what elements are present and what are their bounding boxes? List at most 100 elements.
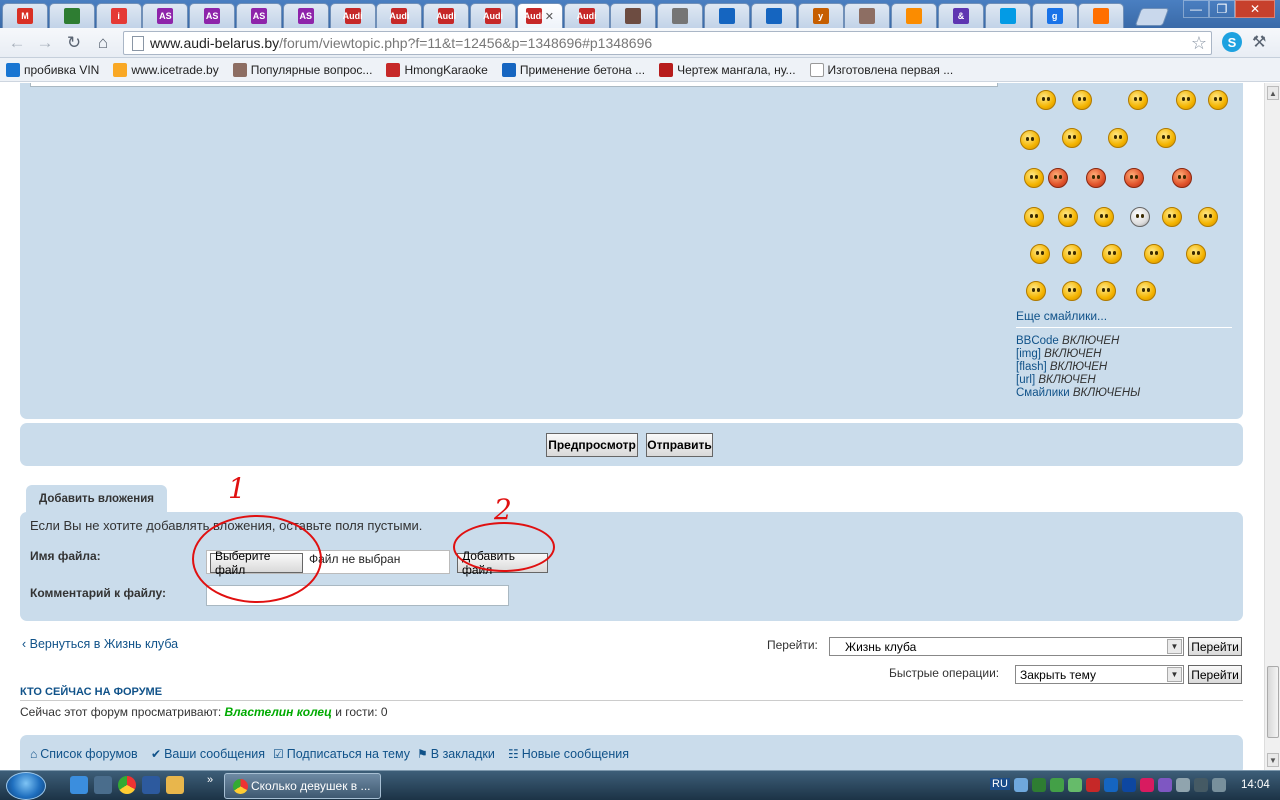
footer-link[interactable]: ☑ Подписаться на тему xyxy=(273,747,410,761)
tab[interactable]: & xyxy=(938,3,984,28)
tab[interactable]: M xyxy=(2,3,48,28)
tray-icon[interactable] xyxy=(1212,778,1226,792)
smiley-icon[interactable] xyxy=(1024,168,1044,188)
footer-link[interactable]: ✔ Ваши сообщения xyxy=(151,747,265,761)
smiley-icon[interactable] xyxy=(1186,244,1206,264)
reload-icon[interactable]: ↻ xyxy=(63,32,85,54)
wrench-icon[interactable]: ⚒ xyxy=(1252,32,1266,52)
tab[interactable] xyxy=(844,3,891,28)
tray-icon[interactable] xyxy=(1032,778,1046,792)
tray-icon[interactable] xyxy=(1050,778,1064,792)
footer-link[interactable]: ☷ Новые сообщения xyxy=(508,747,629,761)
tab[interactable] xyxy=(704,3,750,28)
scroll-up-icon[interactable]: ▲ xyxy=(1267,86,1279,100)
bookmark-item[interactable]: Чертеж мангала, ну... xyxy=(659,62,796,77)
smiley-icon[interactable] xyxy=(1094,207,1114,227)
smiley-icon[interactable] xyxy=(1130,207,1150,227)
quick-go-button[interactable]: Перейти xyxy=(1188,665,1242,684)
footer-link[interactable]: ⌂ Список форумов xyxy=(30,747,138,761)
scroll-down-icon[interactable]: ▼ xyxy=(1267,753,1279,767)
bookmark-item[interactable]: Изготовлена первая ... xyxy=(809,62,953,77)
page-scrollbar[interactable]: ▲ ▼ xyxy=(1264,83,1280,770)
minimize-button[interactable]: — xyxy=(1183,0,1209,18)
preview-button[interactable]: Предпросмотр xyxy=(546,433,638,457)
tab[interactable] xyxy=(891,3,938,28)
tab[interactable]: Audi xyxy=(329,3,376,28)
smiley-icon[interactable] xyxy=(1124,168,1144,188)
tab[interactable]: Audi xyxy=(376,3,423,28)
smiley-icon[interactable] xyxy=(1208,90,1228,110)
tab[interactable] xyxy=(657,3,704,28)
tray-icon[interactable] xyxy=(1068,778,1082,792)
tab[interactable]: Audi xyxy=(563,3,610,28)
smiley-icon[interactable] xyxy=(1176,90,1196,110)
tray-icon[interactable] xyxy=(1014,778,1028,792)
quicklaunch-more-icon[interactable]: » xyxy=(207,774,213,786)
message-textarea[interactable] xyxy=(30,83,998,87)
task-manager-icon[interactable] xyxy=(94,776,112,794)
tab[interactable]: i xyxy=(95,3,142,28)
smiley-icon[interactable] xyxy=(1136,281,1156,301)
forward-arrow-icon[interactable]: → xyxy=(34,32,56,54)
folder-icon[interactable] xyxy=(166,776,184,794)
language-indicator[interactable]: RU xyxy=(990,778,1010,790)
submit-button[interactable]: Отправить xyxy=(646,433,713,457)
close-tab-icon[interactable]: ✕ xyxy=(545,10,554,23)
bookmark-star-icon[interactable]: ☆ xyxy=(1191,33,1207,54)
maximize-button[interactable]: ❐ xyxy=(1209,0,1235,18)
smiley-icon[interactable] xyxy=(1030,244,1050,264)
save-icon[interactable] xyxy=(142,776,160,794)
tray-icon[interactable] xyxy=(1176,778,1190,792)
tray-icon[interactable] xyxy=(1086,778,1100,792)
tray-icon[interactable] xyxy=(1158,778,1172,792)
smiley-icon[interactable] xyxy=(1102,244,1122,264)
bookmark-item[interactable]: www.icetrade.by xyxy=(113,62,219,77)
smiley-icon[interactable] xyxy=(1058,207,1078,227)
close-window-button[interactable]: ✕ xyxy=(1235,0,1275,18)
tab[interactable]: AS xyxy=(236,3,282,28)
jump-go-button[interactable]: Перейти xyxy=(1188,637,1242,656)
smiley-icon[interactable] xyxy=(1024,207,1044,227)
tab[interactable]: Audi xyxy=(423,3,470,28)
tab[interactable] xyxy=(48,3,95,28)
tray-icon[interactable] xyxy=(1104,778,1118,792)
taskbar-chrome-window[interactable]: Сколько девушек в ... xyxy=(224,773,381,799)
more-smileys-link[interactable]: Еще смайлики... xyxy=(1016,309,1107,323)
smiley-icon[interactable] xyxy=(1096,281,1116,301)
online-user-link[interactable]: Властелин колец xyxy=(225,705,332,719)
bookmark-item[interactable]: Применение бетона ... xyxy=(501,62,645,77)
bbcode-feature-link[interactable]: [img] xyxy=(1016,348,1041,360)
bbcode-feature-link[interactable]: [url] xyxy=(1016,374,1035,386)
tab[interactable]: y xyxy=(797,3,844,28)
smiley-icon[interactable] xyxy=(1072,90,1092,110)
taskbar-clock[interactable]: 14:04 xyxy=(1241,779,1270,791)
smiley-icon[interactable] xyxy=(1086,168,1106,188)
smiley-icon[interactable] xyxy=(1062,128,1082,148)
tray-icon[interactable] xyxy=(1122,778,1136,792)
smiley-icon[interactable] xyxy=(1108,128,1128,148)
footer-link[interactable]: ⚑ В закладки xyxy=(417,747,495,761)
smiley-icon[interactable] xyxy=(1048,168,1068,188)
smiley-icon[interactable] xyxy=(1062,244,1082,264)
smiley-icon[interactable] xyxy=(1026,281,1046,301)
tab[interactable] xyxy=(750,3,797,28)
smiley-icon[interactable] xyxy=(1062,281,1082,301)
bbcode-feature-link[interactable]: [flash] xyxy=(1016,361,1047,373)
tab[interactable] xyxy=(1078,3,1125,28)
scroll-thumb[interactable] xyxy=(1267,666,1279,738)
tab[interactable] xyxy=(610,3,657,28)
back-arrow-icon[interactable]: ← xyxy=(6,32,28,54)
smiley-icon[interactable] xyxy=(1198,207,1218,227)
tray-icon[interactable] xyxy=(1140,778,1154,792)
tab[interactable]: AS xyxy=(282,3,329,28)
home-icon[interactable]: ⌂ xyxy=(92,32,114,54)
chrome-icon[interactable] xyxy=(118,776,136,794)
smiley-icon[interactable] xyxy=(1156,128,1176,148)
tab[interactable] xyxy=(984,3,1031,28)
tab[interactable]: g xyxy=(1031,3,1078,28)
jump-select[interactable]: Жизнь клуба ▼ xyxy=(829,637,1184,656)
start-button[interactable] xyxy=(6,772,46,800)
tab[interactable]: AS xyxy=(142,3,189,28)
tab-active[interactable]: Audi ✕ xyxy=(516,3,563,28)
address-bar[interactable]: www.audi-belarus.by/forum/viewtopic.php?… xyxy=(123,31,1212,55)
